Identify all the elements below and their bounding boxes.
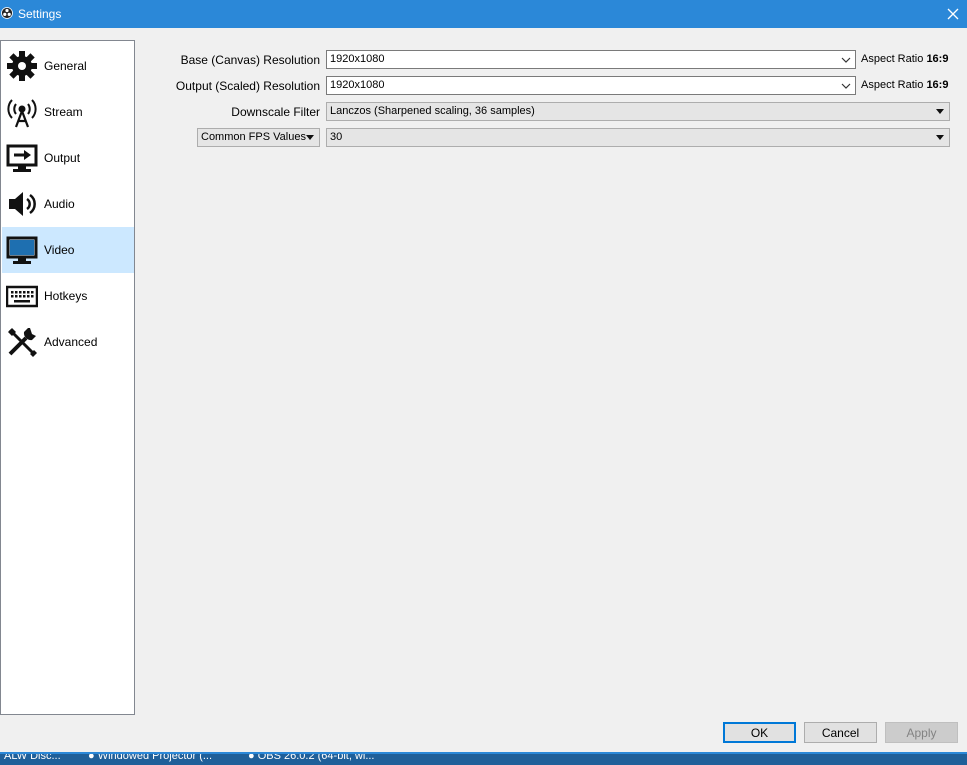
- dropdown-arrow-icon: [306, 135, 314, 140]
- fps-value: 30: [330, 131, 343, 143]
- taskbar: ALW Disc... ● Windowed Projector (... ● …: [0, 752, 967, 765]
- obs-icon: ●: [88, 752, 95, 762]
- fps-type-select[interactable]: Common FPS Values: [197, 128, 320, 147]
- fps-value-select[interactable]: 30: [326, 128, 950, 147]
- gear-icon: [5, 49, 39, 83]
- sidebar-item-hotkeys[interactable]: Hotkeys: [2, 273, 134, 319]
- sidebar-item-stream[interactable]: Stream: [2, 89, 134, 135]
- sidebar-item-general[interactable]: General: [2, 43, 134, 89]
- sidebar-item-label: Advanced: [44, 335, 98, 349]
- base-aspect-ratio: Aspect Ratio 16:9: [861, 53, 948, 65]
- downscale-filter-label: Downscale Filter: [231, 105, 320, 119]
- downscale-filter-value: Lanczos (Sharpened scaling, 36 samples): [330, 105, 535, 117]
- title-bar: Settings: [0, 0, 967, 28]
- apply-button[interactable]: Apply: [885, 722, 958, 743]
- window-title: Settings: [18, 7, 62, 21]
- speaker-icon: [5, 187, 39, 221]
- output-resolution-label: Output (Scaled) Resolution: [175, 79, 320, 93]
- sidebar-item-audio[interactable]: Audio: [2, 181, 134, 227]
- obs-icon: [1, 7, 13, 19]
- sidebar-item-label: Audio: [44, 197, 75, 211]
- monitor-icon: [5, 233, 39, 267]
- taskbar-item[interactable]: ● OBS 26.0.2 (64-bit, wi...: [248, 752, 375, 765]
- fps-type-value: Common FPS Values: [201, 131, 306, 143]
- settings-sidebar: General Stream Output Audio Video Hotkey…: [0, 40, 135, 715]
- close-button[interactable]: [939, 0, 967, 28]
- sidebar-item-label: Stream: [44, 105, 83, 119]
- sidebar-item-label: Hotkeys: [44, 289, 88, 303]
- output-resolution-combo[interactable]: 1920x1080: [326, 76, 856, 95]
- dropdown-arrow-icon: [936, 135, 944, 140]
- aspect-ratio-value: 16:9: [926, 53, 949, 65]
- chevron-down-icon: [841, 57, 851, 63]
- sidebar-item-video[interactable]: Video: [2, 227, 134, 273]
- ok-button[interactable]: OK: [723, 722, 796, 743]
- aspect-ratio-value: 16:9: [926, 79, 949, 91]
- sidebar-item-label: General: [44, 59, 87, 73]
- obs-icon: ●: [248, 752, 255, 762]
- aspect-ratio-prefix: Aspect Ratio: [861, 79, 924, 91]
- downscale-filter-select[interactable]: Lanczos (Sharpened scaling, 36 samples): [326, 102, 950, 121]
- close-icon: [947, 8, 959, 20]
- tools-icon: [5, 325, 39, 359]
- cancel-button[interactable]: Cancel: [804, 722, 877, 743]
- sidebar-item-output[interactable]: Output: [2, 135, 134, 181]
- base-resolution-value: 1920x1080: [330, 53, 385, 65]
- taskbar-item[interactable]: ALW Disc...: [4, 754, 61, 765]
- sidebar-item-label: Video: [44, 243, 75, 257]
- output-monitor-icon: [5, 141, 39, 175]
- base-resolution-combo[interactable]: 1920x1080: [326, 50, 856, 69]
- output-resolution-value: 1920x1080: [330, 79, 385, 91]
- aspect-ratio-prefix: Aspect Ratio: [861, 53, 924, 65]
- sidebar-item-label: Output: [44, 151, 81, 165]
- chevron-down-icon: [841, 83, 851, 89]
- output-aspect-ratio: Aspect Ratio 16:9: [861, 79, 948, 91]
- dropdown-arrow-icon: [936, 109, 944, 114]
- base-resolution-label: Base (Canvas) Resolution: [180, 53, 320, 67]
- taskbar-item[interactable]: ● Windowed Projector (...: [88, 752, 212, 765]
- keyboard-icon: [5, 279, 39, 313]
- antenna-icon: [5, 95, 39, 129]
- sidebar-item-advanced[interactable]: Advanced: [2, 319, 134, 365]
